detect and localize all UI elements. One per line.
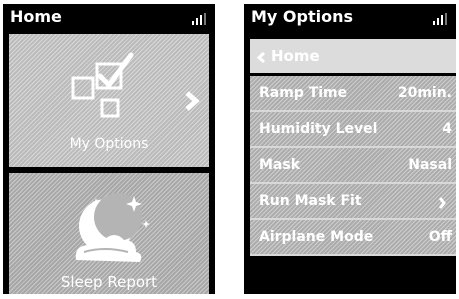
setting-value: Nasal [408, 157, 452, 173]
row-divider [250, 254, 456, 256]
chevron-left-icon [257, 52, 266, 63]
back-home-label: Home [271, 47, 320, 65]
my-options-label: My Options [69, 136, 149, 152]
home-title: Home [10, 7, 62, 26]
setting-row-mask[interactable]: Mask Nasal [250, 148, 456, 184]
sleep-report-label: Sleep Report [60, 273, 158, 291]
setting-row-run-mask-fit[interactable]: Run Mask Fit [250, 184, 456, 220]
setting-label: Airplane Mode [259, 229, 374, 245]
checklist-icon [71, 52, 134, 118]
setting-value: Off [428, 229, 452, 245]
moon-cloud-icon [75, 193, 150, 262]
my-options-tile[interactable]: My Options [9, 34, 209, 167]
back-home-button[interactable]: Home [250, 39, 456, 73]
chevron-right-icon [438, 197, 446, 209]
setting-value: 4 [442, 121, 452, 137]
chevron-right-icon [185, 91, 200, 111]
setting-row-humidity-level[interactable]: Humidity Level 4 [250, 112, 456, 148]
setting-value: 20min. [397, 85, 452, 101]
home-screen: Home My Options Sleep Report [3, 4, 215, 294]
setting-label: Mask [259, 157, 301, 173]
home-title-bar: Home [3, 4, 215, 31]
setting-label: Run Mask Fit [259, 193, 362, 209]
signal-icon [433, 13, 447, 25]
setting-row-airplane-mode[interactable]: Airplane Mode Off [250, 220, 456, 256]
signal-icon [192, 13, 206, 25]
setting-row-ramp-time[interactable]: Ramp Time 20min. [250, 76, 456, 112]
options-title: My Options [251, 7, 354, 26]
setting-label: Humidity Level [259, 121, 378, 137]
setting-label: Ramp Time [259, 85, 348, 101]
options-title-bar: My Options [244, 4, 456, 31]
my-options-screen: My Options Home Ramp Time 20min. Humidit… [244, 4, 456, 294]
sleep-report-tile[interactable]: Sleep Report [9, 173, 209, 294]
